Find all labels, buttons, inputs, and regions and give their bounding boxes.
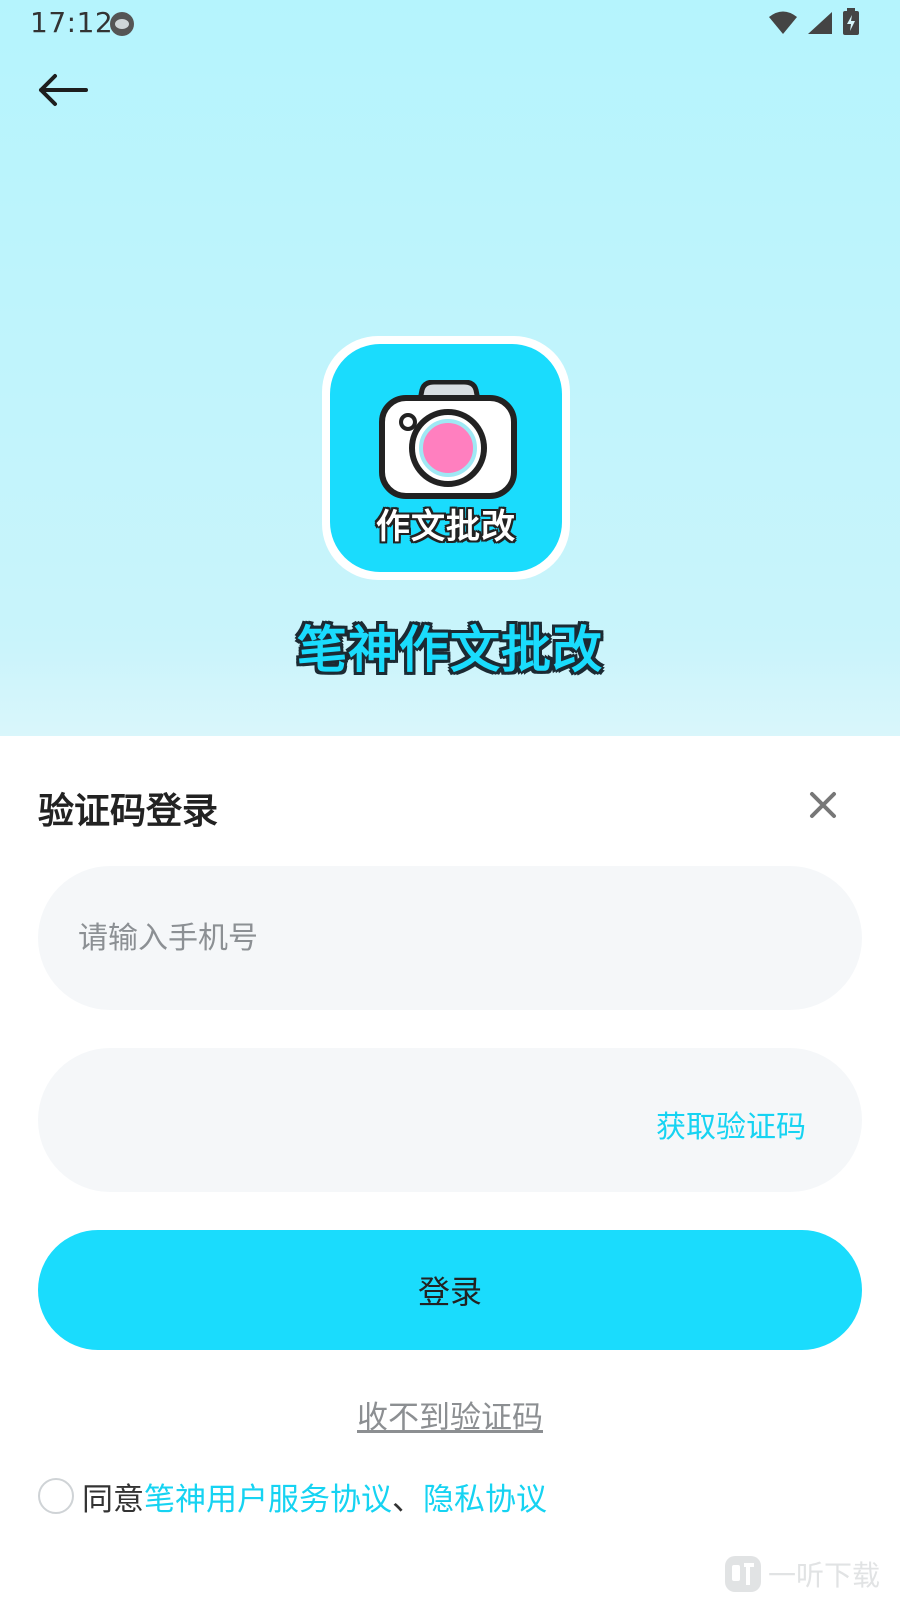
status-icons bbox=[768, 8, 860, 36]
arrow-left-icon bbox=[39, 74, 88, 106]
status-time: 17:12 bbox=[30, 6, 114, 39]
wifi-icon bbox=[769, 11, 797, 34]
agreement-separator: 、 bbox=[392, 1481, 423, 1518]
status-bar: 17:12 bbox=[0, 0, 900, 48]
login-button[interactable]: 登录 bbox=[38, 1230, 862, 1350]
code-field[interactable]: 获取验证码 bbox=[38, 1048, 862, 1192]
watermark: 一听下载 bbox=[724, 1554, 880, 1594]
close-icon bbox=[810, 792, 836, 818]
code-input[interactable] bbox=[78, 1048, 638, 1192]
app-title: 笔神作文批改 bbox=[297, 621, 603, 679]
app-logo-tile: 作文批改 bbox=[330, 344, 562, 572]
service-agreement-link[interactable]: 笔神用户服务协议 bbox=[144, 1474, 392, 1519]
logo-caption: 作文批改 bbox=[376, 507, 516, 547]
camera-icon bbox=[379, 380, 517, 499]
phone-input[interactable] bbox=[78, 866, 638, 1010]
watermark-text: 一听下载 bbox=[767, 1559, 880, 1592]
no-code-link[interactable]: 收不到验证码 bbox=[357, 1400, 543, 1436]
login-sheet: 验证码登录 获取验证码 登录 收不到验证码 同意 笔神用户服务协议 、 隐私协议 bbox=[0, 736, 900, 1600]
privacy-policy-link[interactable]: 隐私协议 bbox=[423, 1474, 547, 1519]
signal-icon bbox=[808, 12, 832, 34]
phone-field[interactable] bbox=[38, 866, 862, 1010]
close-button[interactable] bbox=[802, 784, 844, 826]
agree-checkbox[interactable] bbox=[38, 1478, 74, 1514]
back-button[interactable] bbox=[34, 66, 90, 114]
agreement-prefix: 同意 bbox=[82, 1481, 144, 1518]
sheet-title: 验证码登录 bbox=[38, 791, 219, 832]
app-logo: 作文批改 bbox=[322, 336, 570, 580]
notification-app-icon bbox=[110, 12, 134, 36]
no-code-link-row: 收不到验证码 bbox=[0, 1392, 900, 1437]
get-code-button[interactable]: 获取验证码 bbox=[656, 1102, 806, 1146]
battery-charging-icon bbox=[843, 8, 859, 35]
watermark-logo-icon bbox=[724, 1556, 761, 1592]
agreement-row: 同意 笔神用户服务协议 、 隐私协议 bbox=[38, 1474, 547, 1519]
